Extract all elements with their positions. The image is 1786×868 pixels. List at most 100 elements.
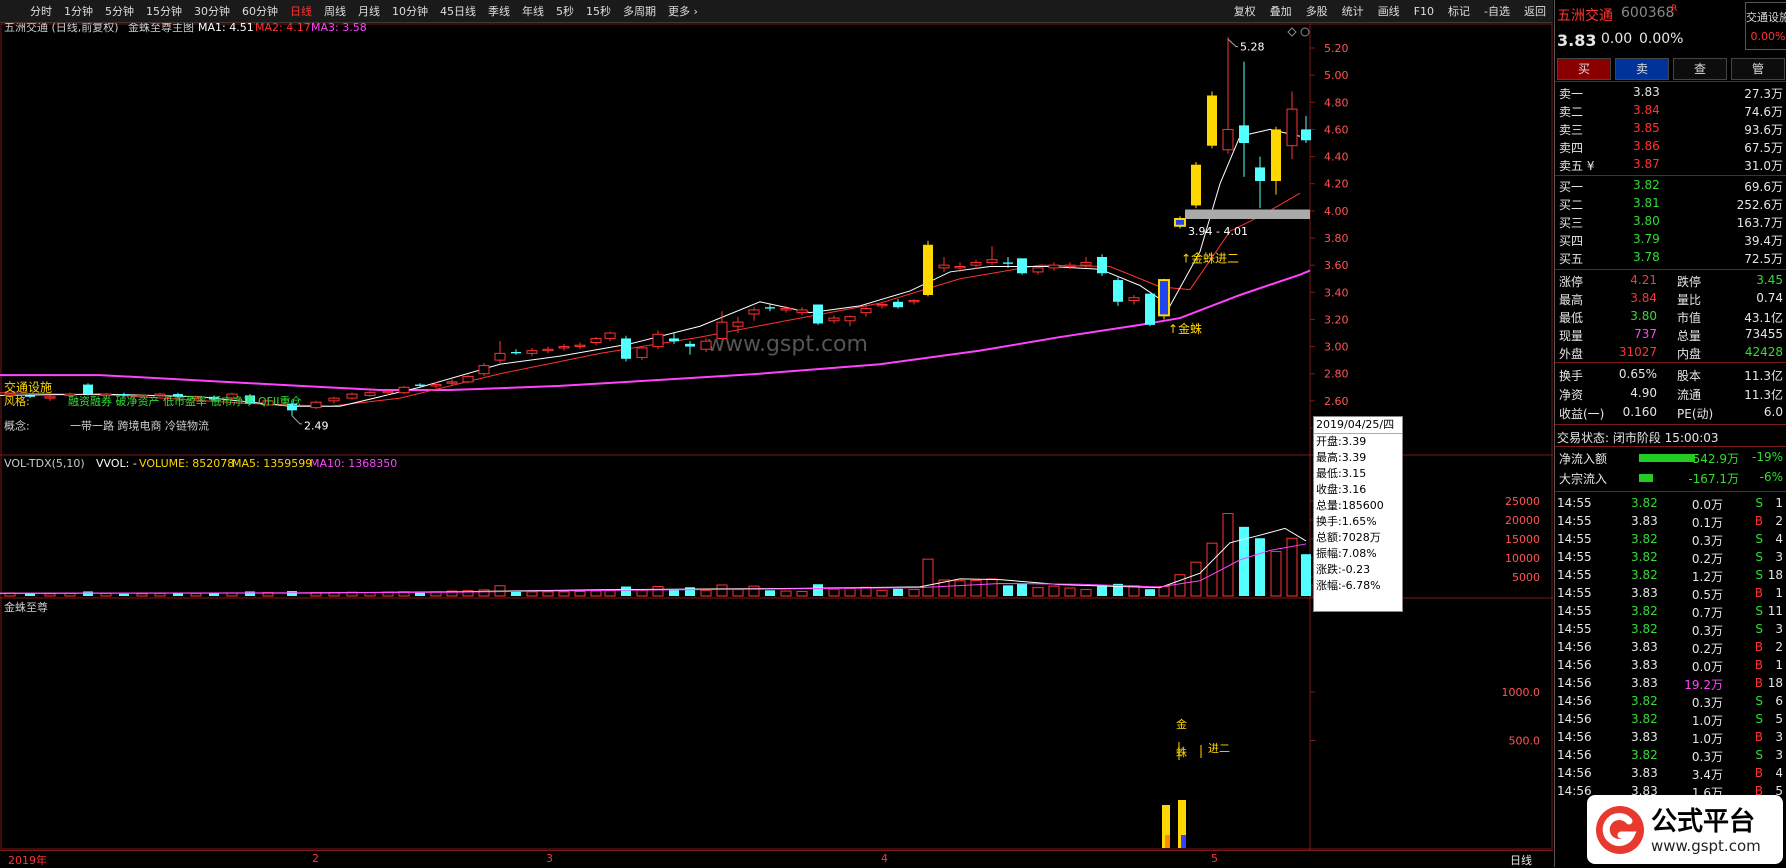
period-tab[interactable]: 30分钟 (194, 3, 230, 19)
candle (1128, 295, 1140, 305)
candle (310, 400, 322, 409)
panel-row: 大宗流入 -167.1万 -6% (1555, 469, 1786, 486)
candle-body (1158, 279, 1170, 317)
toolbar-action[interactable]: 画线 (1378, 3, 1400, 19)
candle-body (604, 332, 616, 339)
toolbar-action[interactable]: 统计 (1342, 3, 1364, 19)
candle-body (1222, 128, 1234, 151)
toolbar-action[interactable]: 返回 (1524, 3, 1546, 19)
tick-volume: 0.3万 (1691, 696, 1723, 710)
period-tab[interactable]: 60分钟 (242, 3, 278, 19)
tick-direction: S (1755, 748, 1763, 762)
candlestick-series (4, 37, 1311, 416)
panel-row: 14:56 3.83 19.2万 B 18 (1555, 675, 1786, 692)
period-tab[interactable]: 更多 › (668, 3, 698, 19)
toolbar-action[interactable]: 复权 (1234, 3, 1256, 19)
candle-body (1191, 164, 1201, 206)
period-tab[interactable]: 周线 (324, 3, 346, 19)
tooltip-row: 涨跌:-0.23 (1316, 563, 1371, 576)
fund-label: 换手 (1559, 369, 1584, 383)
buy-button[interactable]: 买 (1557, 58, 1611, 80)
stat-label: 最低 (1559, 311, 1584, 325)
period-tab[interactable]: 日线 (290, 3, 312, 19)
period-tab[interactable]: 多周期 (623, 3, 656, 19)
candle-body (1064, 264, 1076, 267)
candle-body (83, 384, 93, 395)
period-label[interactable]: 日线 (1510, 852, 1532, 868)
bid-volume: 39.4万 (1744, 234, 1783, 248)
query-button[interactable]: 查 (1673, 58, 1727, 80)
tick-price: 3.82 (1631, 748, 1658, 762)
candle-body (382, 390, 394, 394)
tick-volume: 19.2万 (1684, 678, 1723, 692)
panel-row: 卖二 3.84 74.6万 (1555, 102, 1786, 119)
vol-ma5-line (0, 527, 1307, 594)
candle (1145, 293, 1155, 327)
sell-button[interactable]: 卖 (1615, 58, 1669, 80)
period-tab[interactable]: 15分钟 (146, 3, 182, 19)
candle (83, 383, 93, 396)
toolbar-action[interactable]: 叠加 (1270, 3, 1292, 19)
tooltip-row: 最高:3.39 (1316, 451, 1367, 464)
ask-label: 卖一 (1559, 87, 1584, 101)
candle-body (765, 307, 775, 309)
candle (860, 305, 872, 317)
stat-label: 涨停 (1559, 275, 1584, 289)
period-tab[interactable]: 1分钟 (64, 3, 93, 19)
tick-direction: B (1754, 730, 1763, 744)
toolbar-action[interactable]: 标记 (1448, 3, 1470, 19)
period-tab[interactable]: 5秒 (556, 3, 574, 19)
candle-body (558, 346, 570, 349)
volume-bar (954, 580, 966, 597)
tick-direction: S (1755, 496, 1763, 510)
candle (986, 246, 998, 266)
y-tick-label: 4.80 (1324, 96, 1349, 109)
y-tick-label: 4.00 (1324, 205, 1349, 218)
period-tab[interactable]: 分时 (30, 3, 52, 19)
tick-price: 3.83 (1631, 586, 1658, 600)
logo-name: 公式平台 (1651, 807, 1756, 837)
tick-price: 3.83 (1631, 640, 1658, 654)
volume-bar (1032, 587, 1044, 597)
period-tab[interactable]: 年线 (522, 3, 544, 19)
volume-bar (1003, 585, 1013, 596)
volume-bar (287, 591, 297, 596)
candle (1239, 61, 1249, 177)
panel-row: 收益(一) 0.160 PE(动) 6.0 (1555, 404, 1786, 421)
period-tab[interactable]: 月线 (358, 3, 380, 19)
tooltip-row: 振幅:7.08% (1316, 547, 1377, 560)
ask-label: 卖四 (1559, 141, 1584, 155)
period-tab[interactable]: 45日线 (440, 3, 476, 19)
period-tab[interactable]: 季线 (488, 3, 510, 19)
panel-row: 14:56 3.83 3.4万 B 4 (1555, 765, 1786, 782)
stat-value: 31027 (1618, 345, 1657, 359)
candle (398, 385, 410, 395)
stat-value: 737 (1634, 327, 1657, 341)
toolbar-action[interactable]: 多股 (1306, 3, 1328, 19)
tick-time: 14:55 (1557, 550, 1592, 564)
candle (346, 392, 358, 400)
time-label-month: 2 (312, 852, 319, 865)
bid-volume: 72.5万 (1744, 252, 1783, 266)
candle (542, 346, 554, 354)
panel-row: 14:56 3.82 0.3万 S 6 (1555, 693, 1786, 710)
candle-body (462, 375, 474, 383)
tick-time: 14:55 (1557, 622, 1592, 636)
volume-series (4, 513, 1311, 597)
period-tab[interactable]: 15秒 (586, 3, 611, 19)
toolbar-action[interactable]: -自选 (1484, 3, 1510, 19)
candle (938, 257, 950, 272)
candle-body (1048, 264, 1060, 269)
candle-body (685, 343, 695, 347)
period-tab[interactable]: 10分钟 (392, 3, 428, 19)
manage-button[interactable]: 管 (1731, 58, 1785, 80)
tick-price: 3.82 (1631, 532, 1658, 546)
flow-value: -542.9万 (1688, 452, 1739, 466)
trade-status: 交易状态: 闭市阶段 15:00:03 (1557, 431, 1719, 445)
volume-bar (542, 591, 554, 597)
period-tab[interactable]: 5分钟 (105, 3, 134, 19)
toolbar-action[interactable]: F10 (1414, 5, 1434, 18)
tick-price: 3.82 (1631, 694, 1658, 708)
tick-count: 3 (1775, 730, 1783, 744)
volume-bar (590, 590, 602, 597)
